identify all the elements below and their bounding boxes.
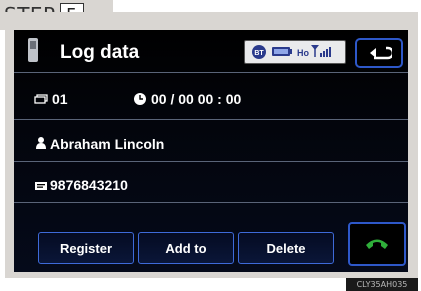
call-button[interactable]: [348, 222, 406, 266]
contact-name: Abraham Lincoln: [50, 136, 165, 152]
divider: [14, 72, 408, 73]
entry-number: 01: [52, 91, 68, 107]
call-datetime: 00 / 00 00 : 00: [151, 91, 242, 107]
phone-number-icon: [35, 182, 47, 190]
entry-number-icon: [34, 94, 48, 104]
connection-status-panel: BT Ho: [244, 40, 346, 64]
roaming-icon: Ho: [297, 48, 309, 58]
phone-handset-icon: [366, 239, 388, 249]
back-arrow-icon: [370, 46, 392, 60]
delete-button[interactable]: Delete: [238, 232, 334, 264]
svg-text:BT: BT: [254, 50, 264, 57]
battery-icon: [272, 47, 292, 56]
back-button[interactable]: [355, 38, 403, 68]
cellphone-icon: [28, 38, 38, 62]
bluetooth-icon: BT: [252, 45, 266, 59]
divider: [14, 119, 408, 120]
person-icon: [36, 137, 46, 149]
page-title: Log data: [60, 42, 140, 63]
svg-text:Ho: Ho: [297, 48, 309, 58]
register-button[interactable]: Register: [38, 232, 134, 264]
divider: [14, 202, 408, 203]
signal-strength-icon: [311, 45, 331, 57]
image-code: CLY35AH035: [346, 278, 418, 291]
phone-number: 9876843210: [50, 177, 128, 193]
add-to-button[interactable]: Add to: [138, 232, 234, 264]
divider: [14, 161, 408, 162]
clock-icon: [134, 93, 146, 105]
display-screen: Log data BT Ho 01 00 / 00 00: 00 Abraha…: [14, 30, 408, 272]
